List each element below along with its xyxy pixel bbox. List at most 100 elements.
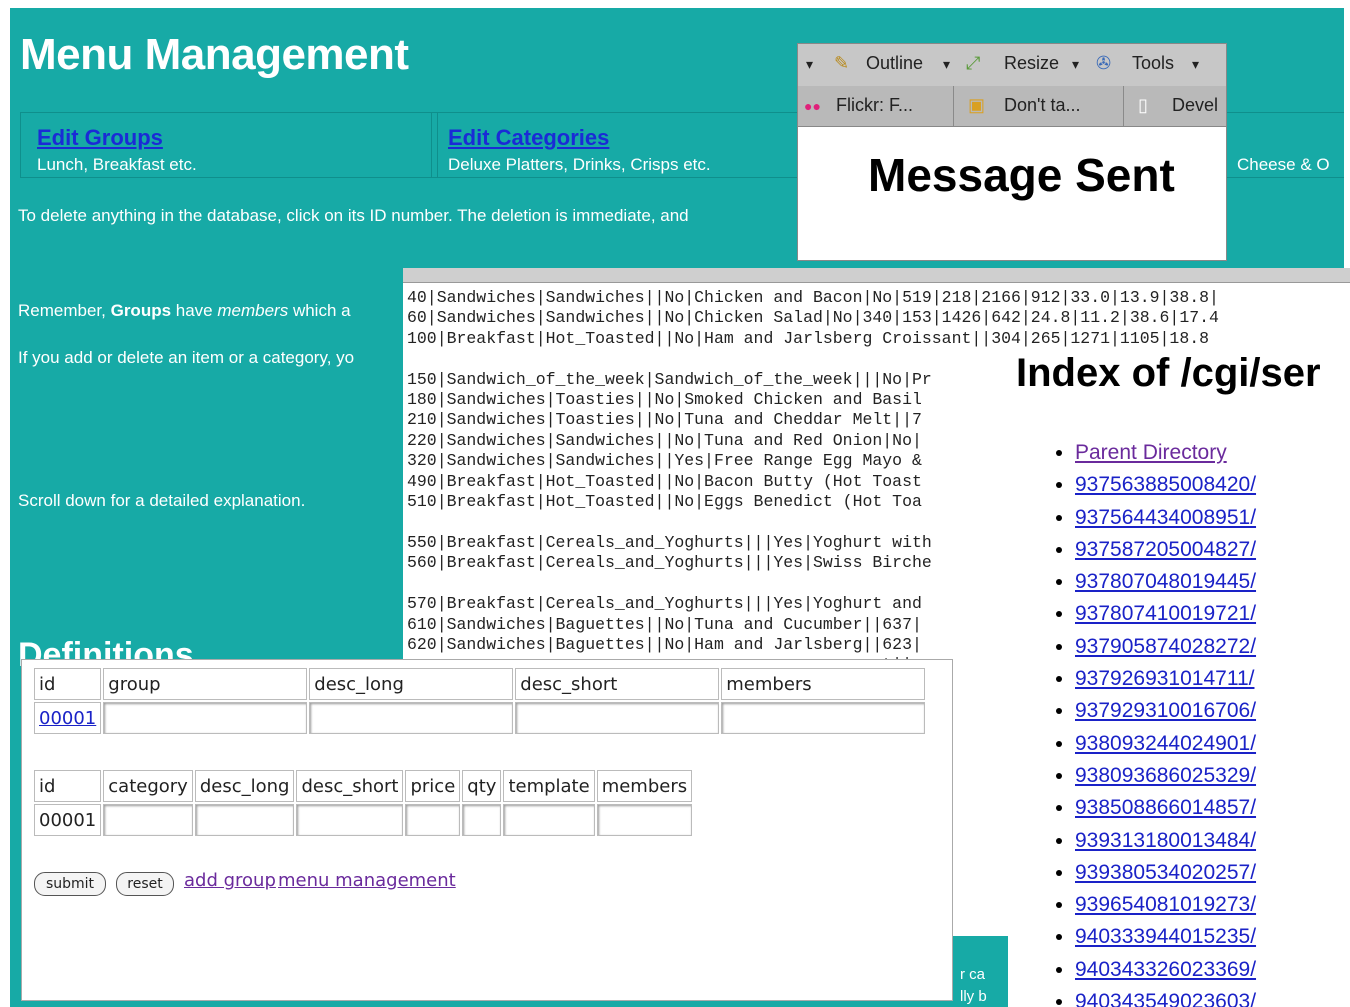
outline-pencil-icon: ✎: [834, 53, 850, 73]
resize-chevron-down-icon[interactable]: ▾: [1072, 56, 1079, 73]
list-item: 937587205004827/: [1075, 534, 1256, 566]
strip-fragment-2: lly b: [960, 988, 987, 1005]
reset-button[interactable]: reset: [116, 872, 174, 896]
item-template-input[interactable]: [503, 804, 595, 836]
parent-directory-link[interactable]: Parent Directory: [1075, 441, 1227, 464]
column-header-id: id: [34, 770, 102, 802]
directory-entry-link[interactable]: 939380534020257/: [1075, 861, 1256, 884]
message-sent-text: Message Sent: [868, 149, 1175, 201]
column-header-desc-long: desc_long: [309, 668, 514, 700]
directory-entry-link[interactable]: 939654081019273/: [1075, 893, 1256, 916]
nav-box-partial: Cheese & O: [1222, 112, 1344, 178]
bookmark-divider: [1123, 86, 1124, 126]
directory-entry-link[interactable]: 937807048019445/: [1075, 570, 1256, 593]
bookmark-dont-ta[interactable]: Don't ta...: [1004, 95, 1080, 116]
tools-chevron-down-icon[interactable]: ▾: [1192, 56, 1199, 73]
list-item: 938093244024901/: [1075, 728, 1256, 760]
terminal-line: 40|Sandwiches|Sandwiches||No|Chicken and…: [407, 288, 1219, 307]
definitions-form-panel: id group desc_long desc_short members 00…: [22, 660, 952, 1000]
item-price-input[interactable]: [405, 804, 461, 836]
table-row: 00001: [34, 804, 693, 836]
nav-partial-description: Cheese & O: [1237, 155, 1330, 174]
directory-entry-link[interactable]: 940333944015235/: [1075, 925, 1256, 948]
list-item: 938093686025329/: [1075, 760, 1256, 792]
column-header-members: members: [721, 668, 926, 700]
directory-index-page: Index of /cgi/ser Parent Directory 93756…: [1008, 347, 1350, 1007]
directory-entry-link[interactable]: 939313180013484/: [1075, 829, 1256, 852]
toolbar-outline[interactable]: Outline: [866, 53, 923, 74]
list-item: 937807048019445/: [1075, 566, 1256, 598]
directory-entry-link[interactable]: 937905874028272/: [1075, 635, 1256, 658]
item-desc-long-input[interactable]: [194, 804, 295, 836]
remember-prefix: Remember,: [18, 301, 111, 320]
column-header-group: group: [103, 668, 308, 700]
terminal-line: 570|Breakfast|Cereals_and_Yoghurts|||Yes…: [407, 594, 922, 614]
directory-entry-link[interactable]: 938093686025329/: [1075, 764, 1256, 787]
remember-members: members: [217, 301, 289, 320]
list-item: 938508866014857/: [1075, 792, 1256, 824]
directory-entry-link[interactable]: 937929310016706/: [1075, 699, 1256, 722]
terminal-line: 610|Sandwiches|Baguettes||No|Tuna and Cu…: [407, 614, 922, 634]
terminal-line: 150|Sandwich_of_the_week|Sandwich_of_the…: [407, 369, 932, 389]
edit-groups-link[interactable]: Edit Groups: [37, 125, 163, 151]
column-header-id: id: [34, 668, 102, 700]
directory-entry-link[interactable]: 940343549023603/: [1075, 990, 1256, 1007]
group-input[interactable]: [103, 702, 308, 734]
bookmark-divider: [953, 86, 954, 126]
directory-entry-link[interactable]: 938508866014857/: [1075, 796, 1256, 819]
flickr-icon: ●●: [804, 98, 821, 114]
terminal-line: 220|Sandwiches|Sandwiches||No|Tuna and R…: [407, 430, 922, 450]
group-id-text[interactable]: 00001: [39, 708, 96, 729]
item-qty-input[interactable]: [462, 804, 502, 836]
table-header-row: id category desc_long desc_short price q…: [34, 770, 693, 802]
nav-box-edit-categories: Edit Categories Deluxe Platters, Drinks,…: [431, 112, 851, 178]
list-item: 937905874028272/: [1075, 631, 1256, 663]
edit-categories-link[interactable]: Edit Categories: [448, 125, 609, 151]
document-icon: ▯: [1138, 95, 1148, 115]
group-desc-long-input[interactable]: [309, 702, 514, 734]
toolbar-resize[interactable]: Resize: [1004, 53, 1059, 74]
resize-icon: ⤢: [966, 53, 981, 73]
outline-chevron-down-icon[interactable]: ▾: [943, 56, 950, 73]
toolbar-dropdown-arrow[interactable]: ▾: [806, 56, 813, 73]
group-desc-short-input[interactable]: [515, 702, 720, 734]
directory-entry-link[interactable]: 940343326023369/: [1075, 958, 1256, 981]
submit-button[interactable]: submit: [34, 872, 106, 896]
group-id-link[interactable]: 00001: [34, 702, 102, 734]
directory-entry-link[interactable]: 937926931014711/: [1075, 667, 1254, 690]
items-table: id category desc_long desc_short price q…: [32, 768, 694, 838]
terminal-line: 620|Sandwiches|Baguettes||No|Ham and Jar…: [407, 634, 922, 654]
directory-entry-link[interactable]: 937807410019721/: [1075, 602, 1256, 625]
directory-entry-link[interactable]: 938093244024901/: [1075, 732, 1256, 755]
item-desc-short-input[interactable]: [296, 804, 404, 836]
scroll-note: Scroll down for a detailed explanation.: [18, 491, 306, 510]
list-item: 937929310016706/: [1075, 695, 1256, 727]
teal-strip-fragment: r ca lly b: [950, 936, 1006, 1007]
bookmark-devel[interactable]: Devel: [1172, 95, 1218, 116]
bookmark-flickr[interactable]: Flickr: F...: [836, 95, 913, 116]
column-header-price: price: [405, 770, 461, 802]
terminal-line: 320|Sandwiches|Sandwiches||Yes|Free Rang…: [407, 451, 922, 471]
column-header-desc-short: desc_short: [515, 668, 720, 700]
table-row: 00001: [34, 702, 926, 734]
groups-table: id group desc_long desc_short members 00…: [32, 666, 927, 736]
page-title: Menu Management: [20, 30, 409, 79]
terminal-line: 100|Breakfast|Hot_Toasted||No|Ham and Ja…: [407, 328, 1210, 348]
remember-note: Remember, Groups have members which a: [18, 301, 351, 321]
column-header-template: template: [503, 770, 595, 802]
item-id-cell: 00001: [34, 804, 102, 836]
list-item: 937564434008951/: [1075, 502, 1256, 534]
directory-entry-link[interactable]: 937564434008951/: [1075, 506, 1256, 529]
group-members-input[interactable]: [721, 702, 926, 734]
add-group-link[interactable]: add group: [184, 870, 276, 891]
browser-window: ▾ ✎ Outline ▾ ⤢ Resize ▾ ✇ Tools ▾ ●● Fl…: [798, 44, 1226, 260]
item-category-input[interactable]: [103, 804, 193, 836]
list-item: 939380534020257/: [1075, 857, 1256, 889]
item-members-input[interactable]: [596, 804, 693, 836]
directory-entry-link[interactable]: 937587205004827/: [1075, 538, 1256, 561]
directory-entry-link[interactable]: 937563885008420/: [1075, 473, 1256, 496]
menu-management-link[interactable]: menu management: [278, 870, 456, 891]
toolbar-tools[interactable]: Tools: [1132, 53, 1174, 74]
edit-groups-description: Lunch, Breakfast etc.: [37, 155, 197, 174]
page-icon: ▣: [968, 95, 986, 115]
